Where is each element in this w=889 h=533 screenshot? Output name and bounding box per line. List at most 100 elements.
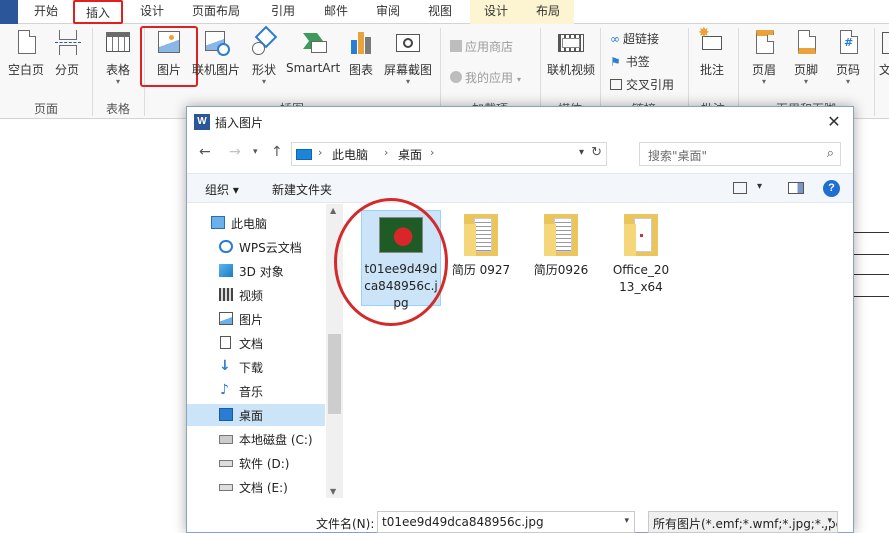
footer-button[interactable]: 页脚 ▾ <box>788 28 824 86</box>
nav-item-pictures[interactable]: 图片 <box>187 308 325 330</box>
close-icon[interactable]: ✕ <box>823 111 845 133</box>
tab-mailings[interactable]: 邮件 <box>316 0 356 24</box>
tab-home[interactable]: 开始 <box>26 0 66 24</box>
bookmark-button[interactable]: ⚑ 书签 <box>610 53 650 70</box>
ribbon-tab-bar: 开始 插入 设计 页面布局 引用 邮件 审阅 视图 设计 布局 <box>0 0 889 24</box>
picture-button[interactable]: 图片 <box>150 28 188 78</box>
my-apps-dropdown-arrow: ▾ <box>517 75 522 84</box>
header-button[interactable]: 页眉 ▾ <box>746 28 782 86</box>
folder-icon <box>542 214 580 256</box>
breadcrumb-separator: › <box>384 146 389 159</box>
chart-label: 图表 <box>348 63 373 77</box>
comment-button[interactable]: ✸ 批注 <box>694 26 730 78</box>
nav-item-drive-d[interactable]: 软件 (D:) <box>187 452 325 474</box>
nav-item-drive-e[interactable]: 文档 (E:) <box>187 476 325 498</box>
nav-item-local-disk-c[interactable]: 本地磁盘 (C:) <box>187 428 325 450</box>
app-store-button[interactable]: 应用商店 <box>450 38 513 55</box>
forward-arrow-icon[interactable]: → <box>229 144 241 160</box>
tab-table-design[interactable]: 设计 <box>470 0 522 24</box>
my-apps-button[interactable]: 我的应用 ▾ <box>450 69 521 86</box>
new-folder-button[interactable]: 新建文件夹 <box>272 181 332 198</box>
file-item-folder[interactable]: 简历0926 <box>521 210 601 279</box>
screenshot-icon <box>394 28 422 58</box>
tab-view[interactable]: 视图 <box>420 0 460 24</box>
nav-item-label: 文档 <box>239 337 264 351</box>
search-placeholder: 搜索"桌面" <box>648 149 708 163</box>
filename-row: 文件名(N): t01ee9d49dca848956c.jpg ▾ 所有图片(*… <box>187 505 853 533</box>
view-dropdown-icon[interactable]: ▾ <box>757 181 762 192</box>
file-item-folder[interactable]: Office_2013_x64 <box>601 210 681 296</box>
recent-locations-chevron-icon[interactable]: ▾ <box>253 147 258 157</box>
text-button[interactable]: 文 <box>878 28 889 78</box>
view-options-icon[interactable] <box>733 182 747 194</box>
filename-input[interactable]: t01ee9d49dca848956c.jpg ▾ <box>377 511 635 533</box>
tab-references[interactable]: 引用 <box>263 0 303 24</box>
scroll-up-icon[interactable]: ▲ <box>330 206 336 215</box>
breadcrumb-this-pc[interactable]: 此电脑 <box>332 146 368 163</box>
page-number-icon: # <box>834 28 862 58</box>
nav-item-music[interactable]: ♪ 音乐 <box>187 380 325 402</box>
file-type-filter[interactable]: 所有图片(*.emf;*.wmf;*.jpg;*.jpeg ▾ <box>648 511 838 533</box>
cross-reference-label: 交叉引用 <box>626 78 675 92</box>
hyperlink-button[interactable]: ∞ 超链接 <box>610 30 659 47</box>
nav-item-desktop[interactable]: 桌面 <box>187 404 325 426</box>
file-type-value: 所有图片(*.emf;*.wmf;*.jpg;*.jpeg <box>653 517 838 531</box>
nav-item-this-pc[interactable]: 此电脑 <box>187 212 325 234</box>
address-bar[interactable]: › 此电脑 › 桌面 › ▾ ↻ <box>291 142 607 166</box>
page-break-button[interactable]: 分页 <box>50 28 84 78</box>
cross-reference-button[interactable]: 交叉引用 <box>610 76 674 93</box>
online-picture-icon <box>202 28 230 58</box>
drive-icon <box>219 435 233 444</box>
scroll-down-icon[interactable]: ▼ <box>330 487 336 496</box>
scrollbar-thumb[interactable] <box>328 334 341 414</box>
computer-icon <box>211 216 225 229</box>
screenshot-dropdown-arrow: ▾ <box>405 77 410 86</box>
nav-item-3d-objects[interactable]: 3D 对象 <box>187 260 325 282</box>
smartart-label: SmartArt <box>286 61 341 75</box>
address-dropdown-icon[interactable]: ▾ <box>579 147 584 158</box>
organize-button[interactable]: 组织 ▾ <box>205 181 239 198</box>
tab-review[interactable]: 审阅 <box>368 0 408 24</box>
online-picture-button[interactable]: 联机图片 <box>191 28 241 78</box>
screenshot-button[interactable]: 屏幕截图 ▾ <box>382 28 434 86</box>
tab-design[interactable]: 设计 <box>132 0 172 24</box>
blank-page-label: 空白页 <box>7 63 44 77</box>
screenshot-label: 屏幕截图 <box>383 63 432 77</box>
nav-item-label: 文档 (E:) <box>239 481 288 495</box>
online-video-button[interactable]: 联机视频 <box>544 28 598 78</box>
refresh-icon[interactable]: ↻ <box>591 145 602 160</box>
nav-item-downloads[interactable]: ↓ 下载 <box>187 356 325 378</box>
up-arrow-icon[interactable]: ↑ <box>271 144 283 160</box>
chart-button[interactable]: 图表 <box>344 28 378 78</box>
group-label-pages: 页面 <box>33 102 58 116</box>
tab-insert[interactable]: 插入 <box>73 0 123 24</box>
comment-label: 批注 <box>699 63 724 77</box>
nav-item-wps-cloud[interactable]: WPS云文档 <box>187 236 325 258</box>
nav-item-documents[interactable]: 文档 <box>187 332 325 354</box>
help-icon[interactable]: ? <box>823 180 840 197</box>
filename-dropdown-icon[interactable]: ▾ <box>624 516 629 526</box>
file-item-folder[interactable]: 简历 0927 <box>441 210 521 279</box>
tab-page-layout[interactable]: 页面布局 <box>185 0 247 24</box>
file-tab-edge[interactable] <box>0 0 18 24</box>
preview-pane-icon[interactable] <box>788 182 804 194</box>
page-number-button[interactable]: # 页码 ▾ <box>830 28 866 86</box>
nav-item-label: 3D 对象 <box>239 265 284 279</box>
nav-item-label: 下载 <box>239 361 264 375</box>
filter-dropdown-icon[interactable]: ▾ <box>824 516 832 526</box>
smartart-button[interactable]: SmartArt <box>286 28 340 75</box>
nav-item-videos[interactable]: 视频 <box>187 284 325 306</box>
shapes-button[interactable]: 形状 ▾ <box>246 25 282 86</box>
tab-table-layout[interactable]: 布局 <box>522 0 574 24</box>
header-icon <box>750 28 778 58</box>
table-button[interactable]: 表格 ▾ <box>100 28 136 86</box>
chart-icon <box>347 28 375 58</box>
blank-page-button[interactable]: 空白页 <box>6 28 46 78</box>
breadcrumb-desktop[interactable]: 桌面 <box>398 146 422 163</box>
cross-reference-icon <box>610 79 622 90</box>
folder-icon <box>622 214 660 256</box>
music-note-icon: ♪ <box>220 382 229 398</box>
folder-icon <box>462 214 500 256</box>
search-input[interactable]: 搜索"桌面" ⌕ <box>639 142 841 166</box>
back-arrow-icon[interactable]: ← <box>199 144 211 160</box>
